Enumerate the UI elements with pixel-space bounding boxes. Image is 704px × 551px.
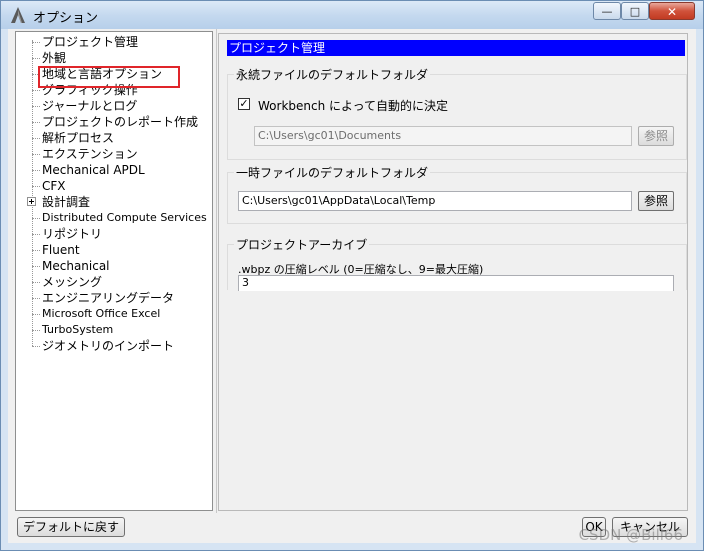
settings-panel: プロジェクト管理 永続ファイルのデフォルトフォルダ ✓ Workbench によ…: [218, 33, 688, 511]
minimize-icon: —: [601, 5, 613, 18]
tree-item-mechanical[interactable]: Mechanical: [16, 258, 206, 274]
tree-item-excel[interactable]: Microsoft Office Excel: [16, 306, 206, 322]
tree-item-label: 解析プロセス: [42, 131, 115, 145]
tree-branch: [32, 42, 40, 43]
tree-item-label: 設計調査: [42, 195, 91, 209]
tree-branch: [32, 90, 40, 91]
tree-item-label: プロジェクト管理: [42, 35, 139, 49]
watermark-text: CSDN @Bill66: [578, 526, 683, 544]
archive-group: プロジェクトアーカイブ .wbpz の圧縮レベル (0=圧縮なし、9=最大圧縮)…: [227, 236, 687, 291]
minimize-button[interactable]: —: [593, 2, 621, 20]
tree-item-project-reporting[interactable]: プロジェクトのレポート作成: [16, 114, 206, 130]
close-icon: ✕: [666, 5, 678, 19]
tree-item-label: Mechanical: [42, 259, 110, 273]
tree-branch: [32, 282, 40, 283]
tree-branch: [32, 314, 40, 315]
tree-item-distributed-compute[interactable]: Distributed Compute Services: [16, 210, 207, 226]
splitter[interactable]: [216, 29, 217, 513]
maximize-button[interactable]: □: [621, 2, 649, 20]
tree-item-label: メッシング: [42, 275, 103, 289]
temp-path-input[interactable]: C:\Users\gc01\AppData\Local\Temp: [238, 191, 632, 211]
tree-item-label: ジャーナルとログ: [42, 99, 138, 113]
tree-item-label: Microsoft Office Excel: [42, 307, 161, 320]
tree-item-label: Fluent: [42, 243, 80, 257]
tree-branch: [32, 138, 40, 139]
tree-item-label: Mechanical APDL: [42, 163, 145, 177]
tree-branch: [32, 154, 40, 155]
tree-item-label: TurboSystem: [42, 323, 114, 336]
persistent-folder-group: 永続ファイルのデフォルトフォルダ ✓ Workbench によって自動的に決定 …: [227, 66, 687, 160]
tree-branch: [32, 346, 40, 347]
tree-item-label: リポジトリ: [42, 227, 103, 241]
group-title: プロジェクトアーカイブ: [234, 236, 370, 253]
temp-browse-button[interactable]: 参照: [638, 191, 674, 211]
options-tree[interactable]: プロジェクト管理 外観 地域と言語オプション グラフィック操作 ジャーナルとログ…: [15, 31, 213, 511]
temp-folder-group: 一時ファイルのデフォルトフォルダ C:\Users\gc01\AppData\L…: [227, 164, 687, 224]
persistent-path-input[interactable]: C:\Users\gc01\Documents: [254, 126, 632, 146]
tree-item-repository[interactable]: リポジトリ: [16, 226, 206, 242]
tree-branch: [32, 330, 40, 331]
auto-determine-checkbox[interactable]: ✓: [238, 98, 250, 110]
tree-item-meshing[interactable]: メッシング: [16, 274, 206, 290]
tree-item-mechanical-apdl[interactable]: Mechanical APDL: [16, 162, 206, 178]
title-bar[interactable]: オプション — □ ✕: [1, 1, 703, 29]
tree-item-journals-logs[interactable]: ジャーナルとログ: [16, 98, 206, 114]
tree-item-label: Distributed Compute Services: [42, 211, 207, 224]
tree-item-engineering-data[interactable]: エンジニアリングデータ: [16, 290, 206, 306]
tree-item-label: ジオメトリのインポート: [42, 339, 175, 353]
tree-item-label: エンジニアリングデータ: [42, 291, 175, 305]
panel-header: プロジェクト管理: [227, 40, 685, 56]
close-button[interactable]: ✕: [649, 2, 695, 20]
tree-item-design-exploration[interactable]: 設計調査: [16, 194, 206, 210]
tree-item-cfx[interactable]: CFX: [16, 178, 206, 194]
tree-branch: [32, 106, 40, 107]
tree-item-fluent[interactable]: Fluent: [16, 242, 206, 258]
maximize-icon: □: [629, 5, 641, 18]
dialog-body: プロジェクト管理 外観 地域と言語オプション グラフィック操作 ジャーナルとログ…: [8, 29, 696, 543]
group-title: 一時ファイルのデフォルトフォルダ: [234, 164, 431, 181]
window-title: オプション: [33, 11, 99, 26]
tree-branch: [32, 186, 40, 187]
tree-item-label: プロジェクトのレポート作成: [42, 115, 199, 129]
ansys-logo-icon: [11, 7, 25, 23]
tree-item-label: 外観: [42, 51, 67, 65]
tree-item-project-management[interactable]: プロジェクト管理: [16, 34, 206, 50]
compression-level-input[interactable]: 3: [238, 275, 674, 291]
tree-item-turbosystem[interactable]: TurboSystem: [16, 322, 206, 338]
tree-branch: [32, 234, 40, 235]
restore-defaults-button[interactable]: デフォルトに戻す: [17, 517, 125, 537]
persistent-browse-button[interactable]: 参照: [638, 126, 674, 146]
tree-branch: [32, 266, 40, 267]
tree-branch: [32, 122, 40, 123]
tree-branch: [32, 58, 40, 59]
highlight-annotation: [38, 66, 180, 88]
tree-item-extensions[interactable]: エクステンション: [16, 146, 206, 162]
tree-item-label: CFX: [42, 179, 66, 193]
group-title: 永続ファイルのデフォルトフォルダ: [234, 66, 431, 83]
options-window: オプション — □ ✕ プロジェクト管理 外観 地域と言語オプション グラフィッ…: [0, 0, 704, 551]
tree-item-appearance[interactable]: 外観: [16, 50, 206, 66]
tree-item-geometry-import[interactable]: ジオメトリのインポート: [16, 338, 206, 354]
tree-branch: [32, 218, 40, 219]
checkmark-icon: ✓: [239, 97, 249, 110]
tree-item-solution-process[interactable]: 解析プロセス: [16, 130, 206, 146]
tree-branch: [32, 250, 40, 251]
tree-branch: [32, 298, 40, 299]
expand-plus-icon[interactable]: [27, 197, 36, 206]
tree-branch: [32, 170, 40, 171]
checkbox-label: Workbench によって自動的に決定: [258, 99, 449, 113]
tree-item-label: エクステンション: [42, 147, 138, 161]
